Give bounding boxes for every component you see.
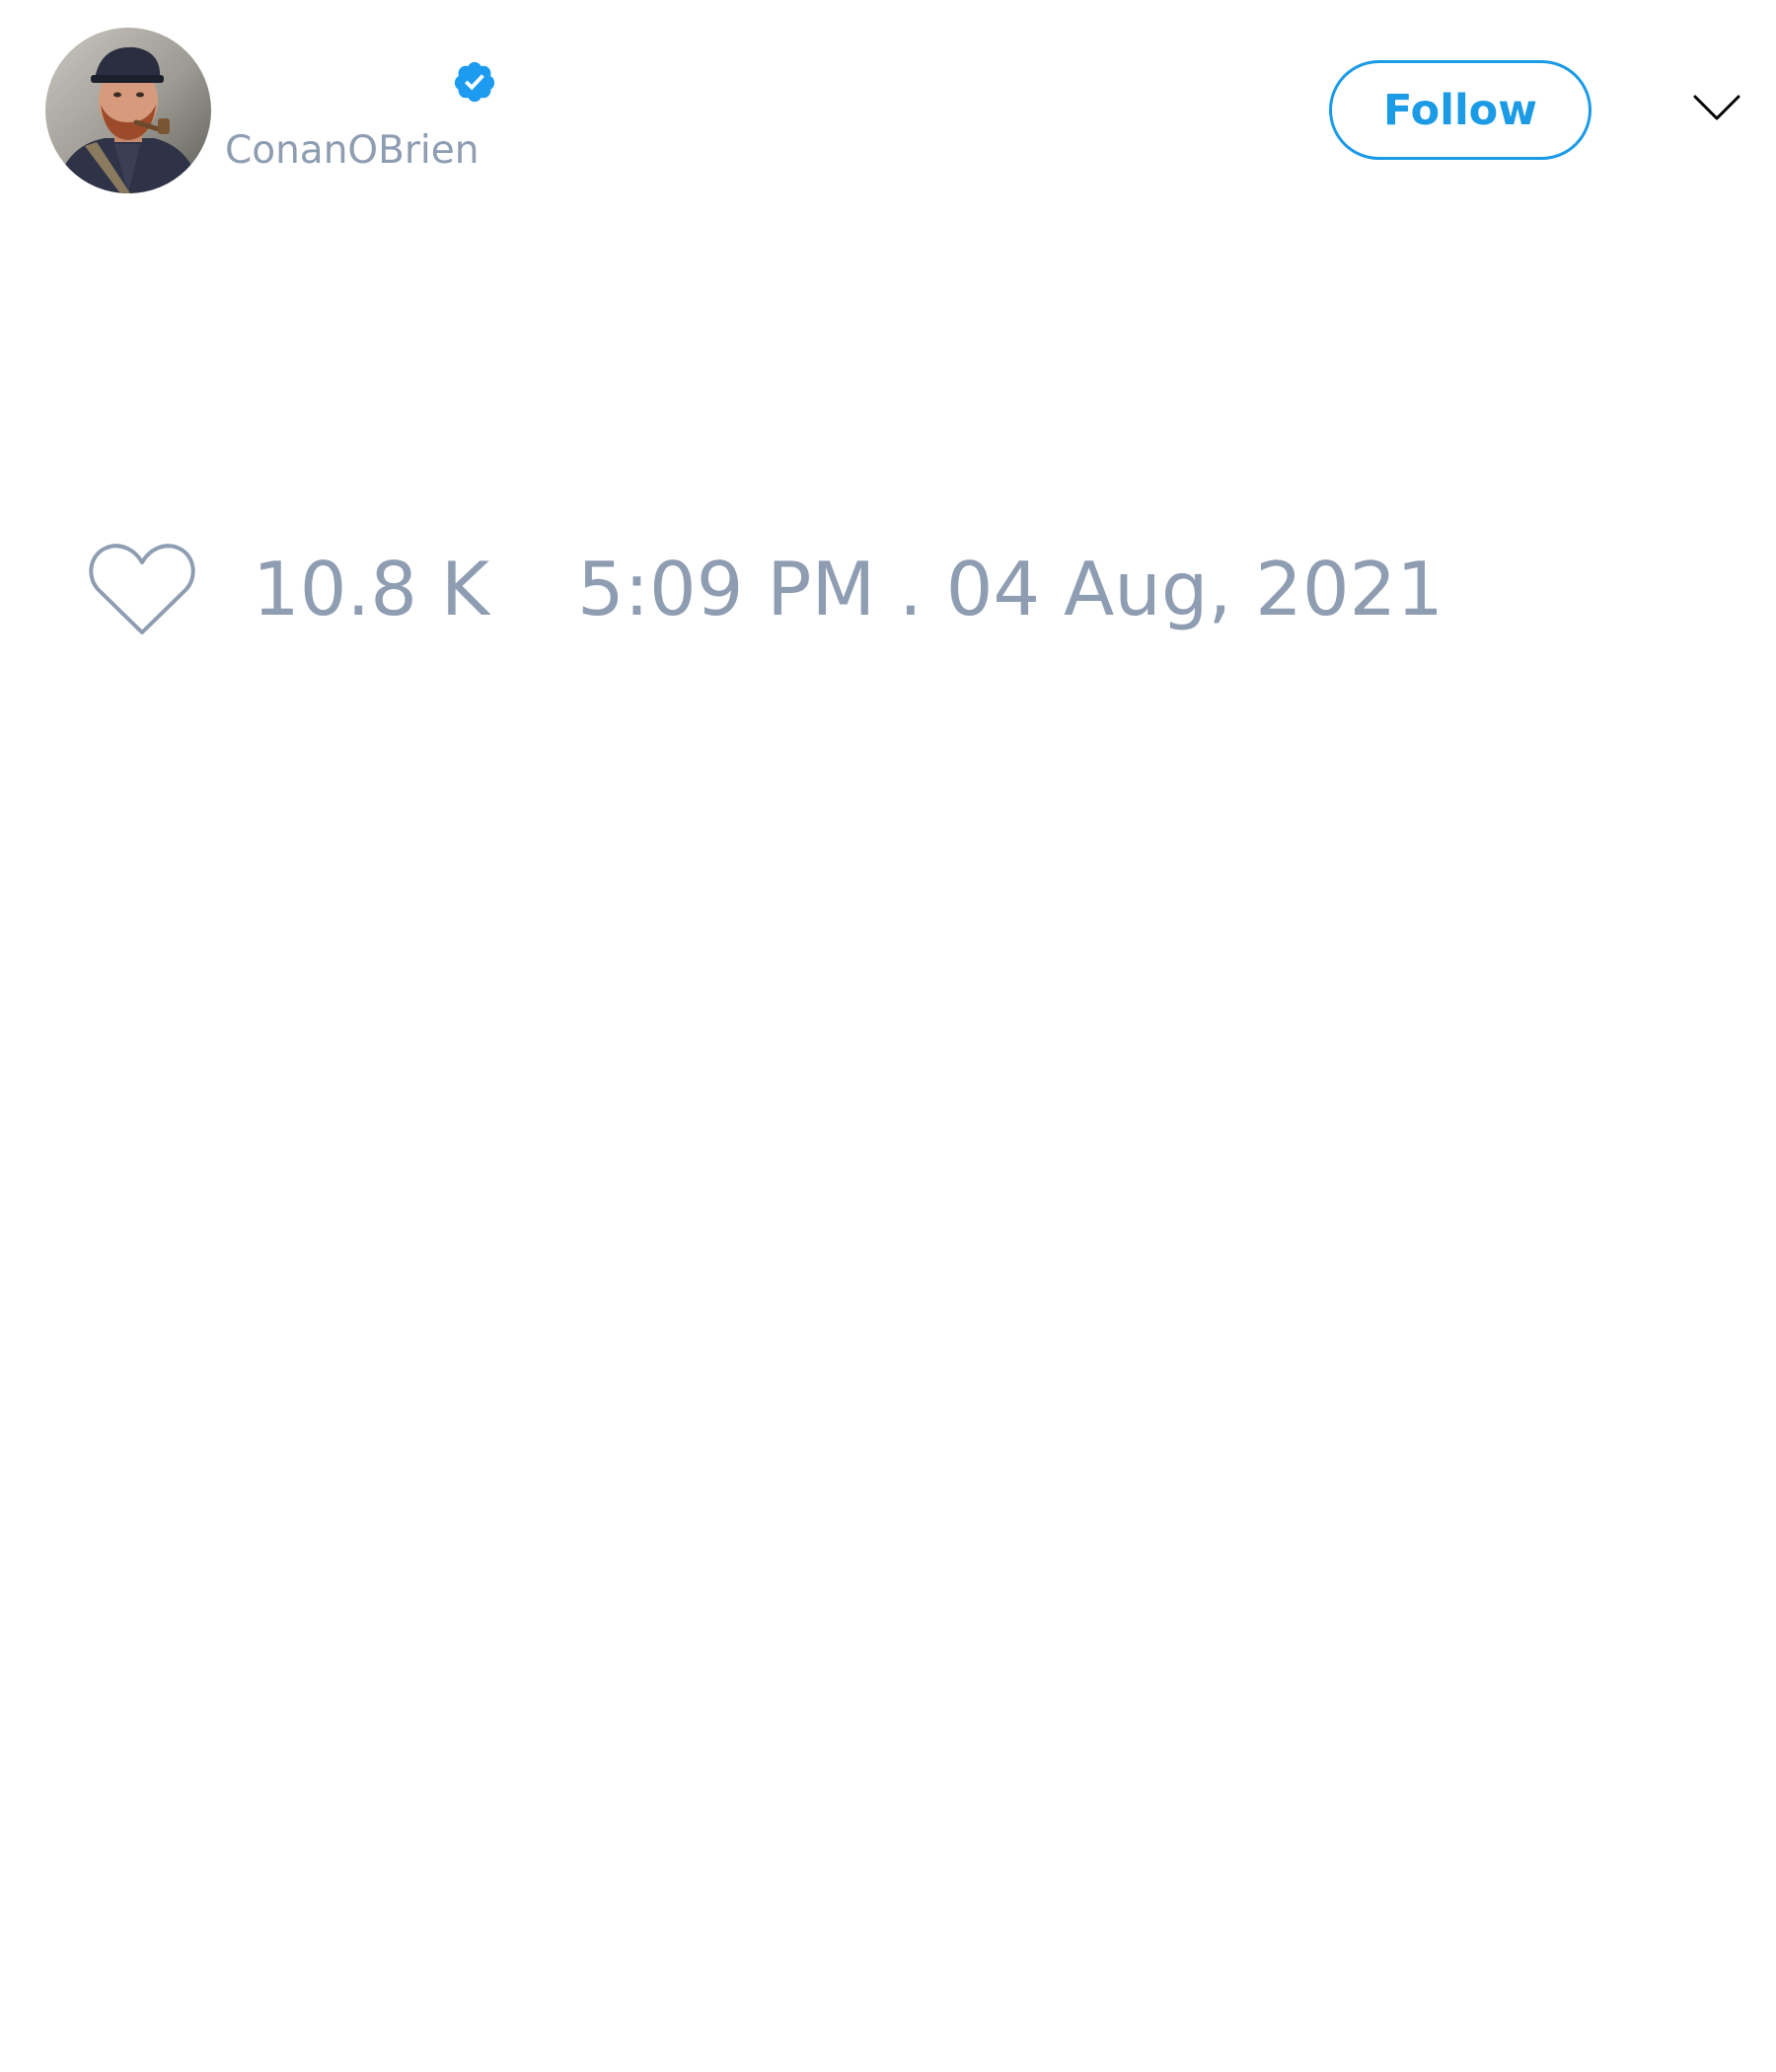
avatar-photo — [45, 28, 211, 193]
tweet-timestamp[interactable]: 5:09 PM . 04 Aug, 2021 — [577, 548, 1443, 630]
verified-badge-icon — [454, 61, 495, 103]
author-avatar[interactable] — [45, 28, 211, 193]
author-handle[interactable]: ConanOBrien — [225, 126, 479, 176]
like-count: 10.8 K — [253, 546, 490, 632]
chevron-down-icon[interactable] — [1692, 89, 1741, 128]
tweet-card: ConanOBrien Follow 10.8 K 5:09 PM . 04 A… — [0, 0, 1776, 2072]
heart-icon[interactable] — [87, 541, 197, 639]
follow-button[interactable]: Follow — [1329, 60, 1591, 160]
